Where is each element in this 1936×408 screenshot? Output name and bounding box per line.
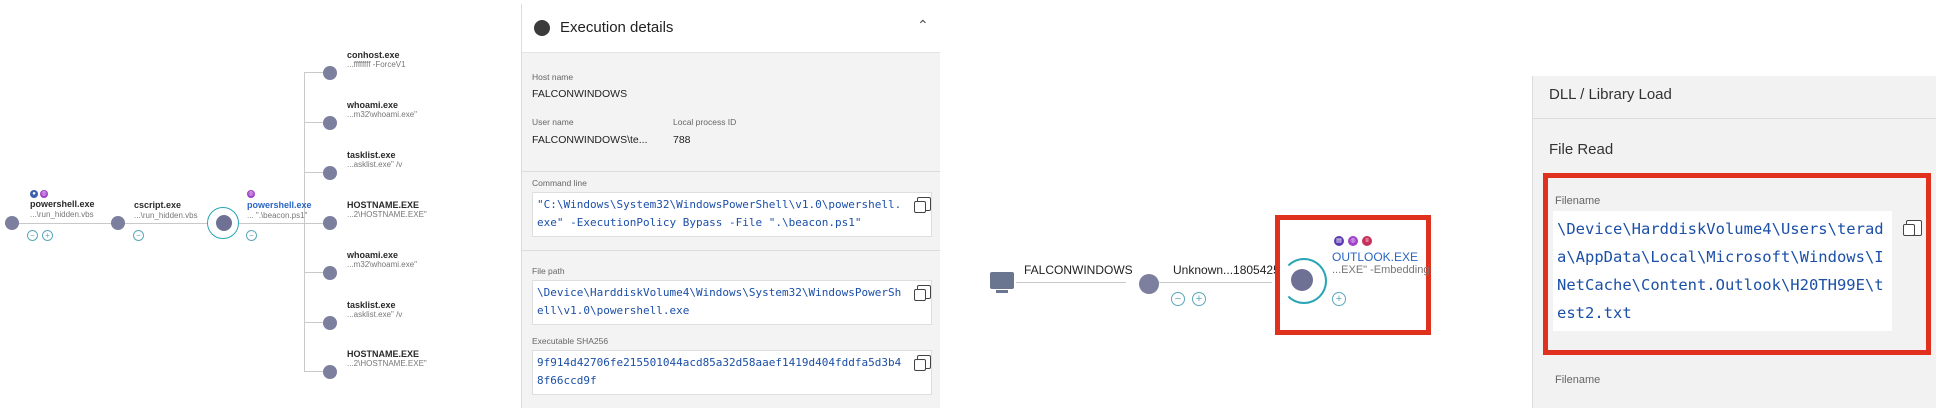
process-subtitle: ...2\HOSTNAME.EXE" bbox=[347, 210, 427, 219]
collapse-icon[interactable]: − bbox=[27, 230, 38, 241]
process-tree-panel: ● ◎ powershell.exe ...\run_hidden.vbs − … bbox=[0, 0, 515, 408]
process-subtitle: ...m32\whoami.exe" bbox=[347, 110, 417, 119]
filename-label: Filename bbox=[1555, 195, 1601, 207]
process-node-child[interactable] bbox=[323, 166, 337, 180]
process-title: tasklist.exe bbox=[347, 150, 396, 160]
collapse-icon[interactable]: − bbox=[246, 230, 257, 241]
outlook-graph-panel: FALCONWINDOWS Unknown...1805425 − + ▤ ◎ … bbox=[980, 0, 1460, 408]
file-path-label: File path bbox=[532, 266, 565, 276]
local-process-id-value: 788 bbox=[673, 134, 691, 146]
process-subtitle: ... ".\beacon.ps1" bbox=[247, 211, 308, 220]
copy-icon[interactable] bbox=[914, 355, 931, 371]
divider bbox=[522, 171, 940, 172]
host-name-label: Host name bbox=[532, 72, 574, 82]
outlook-process-node[interactable] bbox=[1291, 269, 1313, 291]
document-badge-icon: ▤ bbox=[1334, 236, 1344, 246]
local-process-id-label: Local process ID bbox=[673, 117, 737, 127]
process-title: HOSTNAME.EXE bbox=[347, 349, 420, 359]
process-subtitle: ...m32\whoami.exe" bbox=[347, 260, 417, 269]
host-name-label: FALCONWINDOWS bbox=[1024, 263, 1133, 277]
copy-icon[interactable] bbox=[914, 197, 931, 213]
user-badge-icon: ● bbox=[30, 190, 38, 198]
copy-icon[interactable] bbox=[1903, 220, 1922, 236]
graph-connector bbox=[1148, 282, 1272, 283]
process-node-powershell-selected[interactable] bbox=[216, 215, 232, 231]
process-subtitle: ...asklist.exe" /v bbox=[347, 310, 403, 319]
process-subtitle: ...2\HOSTNAME.EXE" bbox=[347, 359, 427, 368]
tree-connector bbox=[12, 223, 312, 224]
unknown-process-label: Unknown...1805425 bbox=[1173, 263, 1280, 277]
section-title-dll-load: DLL / Library Load bbox=[1549, 86, 1672, 103]
executable-sha256-value[interactable]: 9f914d42706fe215501044acd85a32d58aaef141… bbox=[532, 350, 932, 395]
expand-icon[interactable]: + bbox=[1332, 292, 1346, 306]
file-read-panel: DLL / Library Load File Read Filename \D… bbox=[1532, 76, 1936, 408]
process-subtitle: ...\run_hidden.vbs bbox=[30, 210, 94, 219]
process-node-powershell[interactable] bbox=[5, 216, 19, 230]
expand-icon[interactable]: + bbox=[1192, 292, 1206, 306]
process-subtitle: ...\run_hidden.vbs bbox=[134, 211, 198, 220]
filename-label: Filename bbox=[1555, 374, 1601, 386]
section-title-file-read: File Read bbox=[1549, 141, 1614, 158]
process-title: whoami.exe bbox=[347, 250, 399, 260]
filename-value[interactable]: \Device\HarddiskVolume4\Users\terada\App… bbox=[1553, 211, 1892, 331]
file-path-value[interactable]: \Device\HarddiskVolume4\Windows\System32… bbox=[532, 280, 932, 325]
process-subtitle: ...asklist.exe" /v bbox=[347, 160, 403, 169]
network-badge-icon: ◎ bbox=[1348, 236, 1358, 246]
computer-icon bbox=[990, 272, 1014, 293]
process-node-child[interactable] bbox=[323, 66, 337, 80]
command-line-value[interactable]: "C:\Windows\System32\WindowsPowerShell\v… bbox=[532, 192, 932, 237]
process-title: cscript.exe bbox=[134, 200, 182, 210]
execution-details-panel: Execution details ⌃ Host name FALCONWIND… bbox=[521, 4, 940, 408]
collapse-icon[interactable]: − bbox=[133, 230, 144, 241]
user-name-value: FALCONWINDOWS\te... bbox=[532, 134, 648, 146]
process-title: tasklist.exe bbox=[347, 300, 396, 310]
graph-connector bbox=[1016, 282, 1126, 283]
process-title: whoami.exe bbox=[347, 100, 399, 110]
process-title: OUTLOOK.EXE bbox=[1332, 250, 1419, 264]
process-node-cscript[interactable] bbox=[111, 216, 125, 230]
process-node-child[interactable] bbox=[323, 266, 337, 280]
user-name-label: User name bbox=[532, 117, 574, 127]
process-title: HOSTNAME.EXE bbox=[347, 200, 420, 210]
process-node-child[interactable] bbox=[323, 365, 337, 379]
execution-details-header[interactable]: Execution details ⌃ bbox=[522, 4, 940, 53]
panel-title: Execution details bbox=[560, 19, 674, 36]
collapse-icon[interactable]: − bbox=[1171, 292, 1185, 306]
divider bbox=[1533, 118, 1936, 119]
process-subtitle: ...EXE" -Embedding bbox=[1332, 264, 1430, 276]
process-node-child[interactable] bbox=[323, 116, 337, 130]
process-title: conhost.exe bbox=[347, 50, 400, 60]
tree-spine bbox=[304, 72, 305, 372]
database-badge-icon: ≡ bbox=[1362, 236, 1372, 246]
copy-icon[interactable] bbox=[914, 285, 931, 301]
chevron-up-icon[interactable]: ⌃ bbox=[917, 17, 929, 34]
expand-icon[interactable]: + bbox=[42, 230, 53, 241]
host-name-value: FALCONWINDOWS bbox=[532, 88, 628, 100]
process-node-child[interactable] bbox=[323, 216, 337, 230]
command-line-label: Command line bbox=[532, 178, 587, 188]
executable-sha256-label: Executable SHA256 bbox=[532, 336, 609, 346]
process-node-child[interactable] bbox=[323, 316, 337, 330]
network-badge-icon: ◎ bbox=[247, 190, 255, 198]
process-title: powershell.exe bbox=[247, 200, 312, 210]
process-title: powershell.exe bbox=[30, 199, 95, 209]
process-status-icon bbox=[534, 20, 550, 36]
unknown-process-node[interactable] bbox=[1139, 274, 1159, 294]
process-subtitle: ...ffffffff -ForceV1 bbox=[347, 60, 406, 69]
network-badge-icon: ◎ bbox=[40, 190, 48, 198]
divider bbox=[522, 250, 940, 251]
